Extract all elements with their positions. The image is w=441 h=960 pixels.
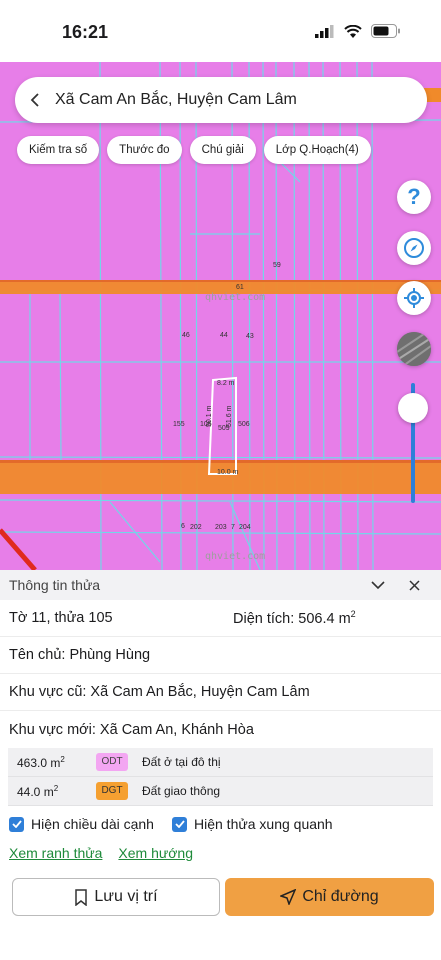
label-202: 202 (190, 524, 202, 531)
parcel-number: Tờ 11, thửa 105 (9, 610, 113, 626)
chip-check-number[interactable]: Kiếm tra số (17, 136, 100, 164)
dim-right: 51.6 m (226, 405, 233, 427)
old-area-row: Khu vực cũ: Xã Cam An Bắc, Huyện Cam Lâm (0, 674, 441, 711)
parcel-row: Tờ 11, thửa 105 Diện tích: 506.4 m2 (0, 600, 441, 637)
view-direction-link[interactable]: Xem hướng (118, 845, 193, 861)
dim-bottom: 10.0 m (217, 469, 239, 476)
label-6: 6 (181, 523, 185, 530)
land-area: 463.0 m2 (17, 754, 65, 770)
owner-row: Tên chủ: Phùng Hùng (0, 637, 441, 674)
land-code-badge: DGT (96, 782, 128, 800)
panel-title: Thông tin thửa (9, 577, 101, 593)
label-155: 155 (173, 421, 185, 428)
locate-icon (404, 288, 424, 308)
battery-icon (371, 24, 400, 38)
new-area: Khu vực mới: Xã Cam An, Khánh Hòa (9, 721, 254, 738)
location-title: Xã Cam An Bắc, Huyện Cam Lâm (55, 91, 297, 108)
land-code-badge: ODT (96, 753, 128, 771)
view-boundary-link[interactable]: Xem ranh thửa (9, 845, 102, 861)
back-icon[interactable] (15, 77, 55, 123)
dim-left: 50.1 m (206, 405, 213, 427)
checkbox-checked-icon[interactable] (172, 816, 187, 832)
compass-button[interactable] (397, 231, 431, 265)
help-button[interactable]: ? (397, 180, 431, 214)
red-diagonal-line (0, 528, 37, 570)
label-203: 203 (215, 524, 227, 531)
question-icon: ? (407, 184, 421, 209)
compass-icon (404, 238, 424, 258)
save-location-button[interactable]: Lưu vị trí (12, 878, 220, 916)
options-row: Hiện chiều dài cạnh Hiện thửa xung quanh (0, 806, 441, 842)
land-use-table: 463.0 m2 ODT Đất ở tại đô thị 44.0 m2 DG… (8, 748, 433, 806)
bookmark-icon (75, 888, 88, 906)
slider-thumb[interactable] (398, 393, 428, 423)
land-desc: Đất giao thông (142, 784, 221, 798)
checkbox-label: Hiện chiều dài cạnh (31, 816, 154, 832)
label-44: 44 (220, 332, 228, 339)
action-buttons: Lưu vị trí Chỉ đường (12, 878, 434, 916)
status-icons (315, 24, 401, 38)
navigation-arrow-icon (280, 889, 297, 905)
show-edge-length-checkbox[interactable]: Hiện chiều dài cạnh (9, 816, 172, 832)
old-area: Khu vực cũ: Xã Cam An Bắc, Huyện Cam Lâm (9, 684, 310, 700)
land-row-odt: 463.0 m2 ODT Đất ở tại đô thị (8, 748, 433, 777)
label-7: 7 (231, 524, 235, 531)
show-neighbors-checkbox[interactable]: Hiện thửa xung quanh (172, 816, 333, 832)
close-button[interactable] (396, 579, 432, 591)
road-lower (0, 460, 441, 494)
map-watermark-2: qhviet.com (205, 551, 265, 562)
land-area: 44.0 m2 (17, 783, 59, 799)
parcel-area: Diện tích: 506.4 m2 (233, 609, 356, 627)
map-watermark: qhviet.com (205, 292, 265, 303)
map-toolbar: Kiếm tra số Thước đo Chú giải Lớp Q.Hoạc… (17, 136, 371, 164)
directions-label: Chỉ đường (302, 888, 379, 905)
label-506: 506 (238, 421, 250, 428)
chevron-down-icon (371, 580, 385, 589)
label-59: 59 (273, 262, 281, 269)
label-43: 43 (246, 333, 254, 340)
label-204: 204 (239, 524, 251, 531)
chip-ruler[interactable]: Thước đo (107, 136, 182, 164)
land-desc: Đất ở tại đô thị (142, 755, 221, 769)
close-icon (408, 579, 420, 591)
links-row: Xem ranh thửa Xem hướng (0, 842, 441, 864)
search-bar[interactable]: Xã Cam An Bắc, Huyện Cam Lâm (15, 77, 427, 123)
collapse-button[interactable] (360, 580, 396, 590)
status-time: 16:21 (62, 22, 109, 42)
land-row-dgt: 44.0 m2 DGT Đất giao thông (8, 777, 433, 806)
satellite-thumbnail-icon (397, 332, 431, 366)
dim-top: 8.2 m (217, 380, 235, 387)
directions-button[interactable]: Chỉ đường (225, 878, 434, 916)
parcel-info-panel: Thông tin thửa Tờ 11, thửa 105 Diện tích… (0, 570, 441, 960)
wifi-icon (344, 24, 362, 38)
satellite-layer-button[interactable] (397, 332, 431, 366)
status-bar: 16:21 (0, 0, 441, 62)
chip-legend[interactable]: Chú giải (189, 136, 256, 164)
signal-icon (315, 24, 334, 38)
checkbox-checked-icon[interactable] (9, 816, 24, 832)
owner-name: Tên chủ: Phùng Hùng (9, 647, 151, 663)
road-lower-edge (0, 460, 441, 463)
road-upper-edge (0, 280, 441, 282)
my-location-button[interactable] (397, 281, 431, 315)
label-61: 61 (236, 284, 244, 291)
save-label: Lưu vị trí (94, 888, 158, 905)
checkbox-label: Hiện thửa xung quanh (194, 816, 333, 832)
chip-planning-layers[interactable]: Lớp Q.Hoạch(4) (263, 136, 371, 164)
opacity-slider[interactable] (398, 383, 428, 503)
new-area-row: Khu vực mới: Xã Cam An, Khánh Hòa (0, 711, 441, 748)
label-46: 46 (182, 332, 190, 339)
panel-header: Thông tin thửa (0, 570, 441, 600)
